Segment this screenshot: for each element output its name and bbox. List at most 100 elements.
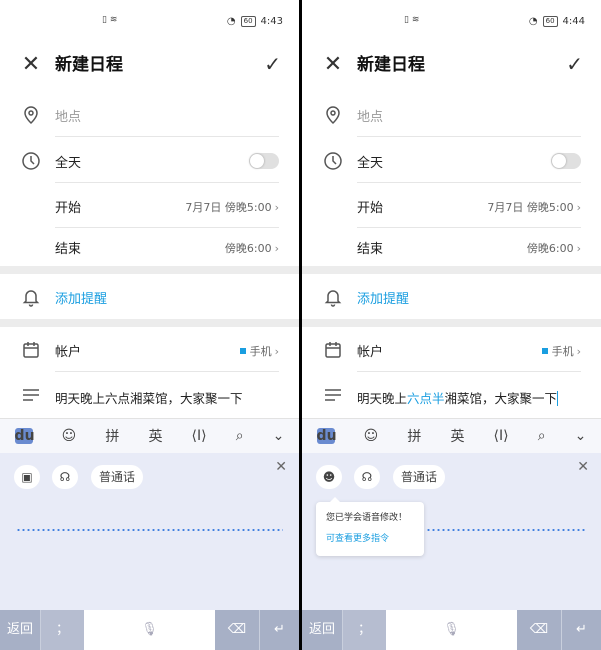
search-icon[interactable]: ⌕: [538, 428, 546, 444]
mandarin-chip[interactable]: 普通话: [393, 465, 445, 489]
end-value: 傍晚6:00 ›: [526, 242, 581, 255]
phone-screen-after: ▯ ≋ ◔ 60 4:44 ✕ 新建日程 ✓ 地点 全天 开始 7月7日 傍晚5…: [302, 0, 601, 650]
back-key[interactable]: 返回: [0, 610, 40, 650]
calendar-icon: [20, 339, 42, 361]
allday-toggle[interactable]: [551, 153, 581, 169]
clock-icon: [322, 150, 344, 172]
keyboard-bottom-bar: 返回 ； 🎙 ⌫ ↵: [302, 610, 601, 650]
calendar-icon: [322, 339, 344, 361]
allday-toggle[interactable]: [249, 153, 279, 169]
section-divider: [302, 266, 601, 274]
pinyin-key[interactable]: 拼: [407, 426, 421, 446]
note-text[interactable]: 明天晚上六点湘菜馆，大家聚一下: [55, 388, 243, 407]
account-row[interactable]: 帐户 手机 ›: [302, 327, 601, 372]
search-icon[interactable]: ⌕: [236, 428, 244, 444]
account-label: 帐户: [55, 345, 82, 360]
status-time: 4:44: [562, 15, 585, 27]
tooltip-message: 您已学会语音修改！: [326, 513, 408, 523]
microphone-icon[interactable]: 🎙: [84, 610, 215, 650]
close-icon[interactable]: ✕: [322, 54, 344, 76]
close-icon[interactable]: ✕: [20, 54, 42, 76]
english-key[interactable]: 英: [148, 426, 162, 446]
location-row[interactable]: 地点: [302, 92, 601, 137]
pinyin-key[interactable]: 拼: [105, 426, 119, 446]
page-title: 新建日程: [55, 55, 123, 75]
allday-row: 全天: [0, 138, 299, 183]
battery-icon: 60: [542, 15, 558, 27]
du-logo-icon[interactable]: du: [316, 428, 337, 444]
text-cursor: [557, 391, 559, 406]
emoji-icon[interactable]: ☺: [62, 428, 77, 444]
account-value: 手机 ›: [239, 343, 279, 359]
ime-toolbar: du ☺ 拼 英 ⟨I⟩ ⌕ ⌄: [302, 418, 601, 453]
close-icon[interactable]: ✕: [577, 459, 589, 475]
voice-edit-tooltip: 您已学会语音修改！ 可查看更多指令: [316, 497, 424, 556]
back-key[interactable]: 返回: [302, 610, 342, 650]
chevron-right-icon: ›: [576, 345, 581, 358]
end-row[interactable]: 结束 傍晚6:00 ›: [302, 224, 601, 269]
title-bar: ✕ 新建日程 ✓: [0, 42, 299, 90]
section-divider: [0, 266, 299, 274]
start-label: 开始: [55, 201, 82, 216]
start-row[interactable]: 开始 7月7日 傍晚5:00 ›: [0, 183, 299, 228]
edited-text-highlight: 六点半: [407, 391, 445, 406]
start-value: 7月7日 傍晚5:00 ›: [487, 201, 581, 214]
cursor-move-icon[interactable]: ⟨I⟩: [192, 428, 207, 444]
confirm-check-icon[interactable]: ✓: [566, 52, 583, 76]
confirm-check-icon[interactable]: ✓: [264, 52, 281, 76]
speed-icon: ◔: [528, 15, 538, 27]
ime-toolbar: du ☺ 拼 英 ⟨I⟩ ⌕ ⌄: [0, 418, 299, 453]
chevron-right-icon: ›: [274, 242, 279, 255]
collapse-keyboard-icon[interactable]: ⌄: [575, 428, 587, 444]
notes-lines-icon: [20, 385, 42, 407]
allday-row: 全天: [302, 138, 601, 183]
reminder-row[interactable]: 添加提醒: [0, 274, 299, 319]
add-reminder-link[interactable]: 添加提醒: [55, 288, 107, 307]
chevron-right-icon: ›: [274, 201, 279, 214]
semicolon-key[interactable]: ；: [342, 610, 386, 650]
allday-label: 全天: [357, 156, 384, 171]
backspace-icon[interactable]: ⌫: [517, 610, 561, 650]
robot-icon[interactable]: ☻: [316, 465, 342, 489]
du-logo-icon[interactable]: du: [14, 428, 35, 444]
toolbox-icon[interactable]: ▣: [14, 465, 40, 489]
status-bar: ▯ ≋ ◔ 60 4:43: [0, 0, 299, 42]
more-commands-link[interactable]: 可查看更多指令: [326, 531, 414, 544]
enter-icon[interactable]: ↵: [561, 610, 601, 650]
sim-wifi-icon: ▯ ≋: [404, 15, 420, 25]
bell-icon: [322, 286, 344, 308]
account-label: 帐户: [357, 345, 384, 360]
reminder-row[interactable]: 添加提醒: [302, 274, 601, 319]
dialect-icon[interactable]: ☊: [354, 465, 380, 489]
english-key[interactable]: 英: [450, 426, 464, 446]
keyboard-bottom-bar: 返回 ； 🎙 ⌫ ↵: [0, 610, 299, 650]
chevron-right-icon: ›: [274, 345, 279, 358]
voice-input-panel: ▣ ☊ 普通话 ✕: [0, 453, 299, 610]
phone-screen-before: ▯ ≋ ◔ 60 4:43 ✕ 新建日程 ✓ 地点 全天 开始 7月7日 傍晚5…: [0, 0, 299, 650]
start-row[interactable]: 开始 7月7日 傍晚5:00 ›: [302, 183, 601, 228]
mandarin-chip[interactable]: 普通话: [91, 465, 143, 489]
account-row[interactable]: 帐户 手机 ›: [0, 327, 299, 372]
emoji-icon[interactable]: ☺: [364, 428, 379, 444]
add-reminder-link[interactable]: 添加提醒: [357, 288, 409, 307]
location-row[interactable]: 地点: [0, 92, 299, 137]
battery-icon: 60: [240, 15, 256, 27]
location-field[interactable]: 地点: [55, 106, 81, 125]
backspace-icon[interactable]: ⌫: [215, 610, 259, 650]
close-icon[interactable]: ✕: [275, 459, 287, 475]
semicolon-key[interactable]: ；: [40, 610, 84, 650]
status-time: 4:43: [260, 15, 283, 27]
location-field[interactable]: 地点: [357, 106, 383, 125]
page-title: 新建日程: [357, 55, 425, 75]
microphone-icon[interactable]: 🎙: [386, 610, 517, 650]
end-row[interactable]: 结束 傍晚6:00 ›: [0, 224, 299, 269]
dialect-icon[interactable]: ☊: [52, 465, 78, 489]
voice-wave: [426, 529, 585, 531]
notes-lines-icon: [322, 385, 344, 407]
title-bar: ✕ 新建日程 ✓: [302, 42, 601, 90]
note-text[interactable]: 明天晚上六点半湘菜馆，大家聚一下: [357, 388, 559, 407]
cursor-move-icon[interactable]: ⟨I⟩: [494, 428, 509, 444]
enter-icon[interactable]: ↵: [259, 610, 299, 650]
section-divider: [302, 319, 601, 327]
collapse-keyboard-icon[interactable]: ⌄: [273, 428, 285, 444]
